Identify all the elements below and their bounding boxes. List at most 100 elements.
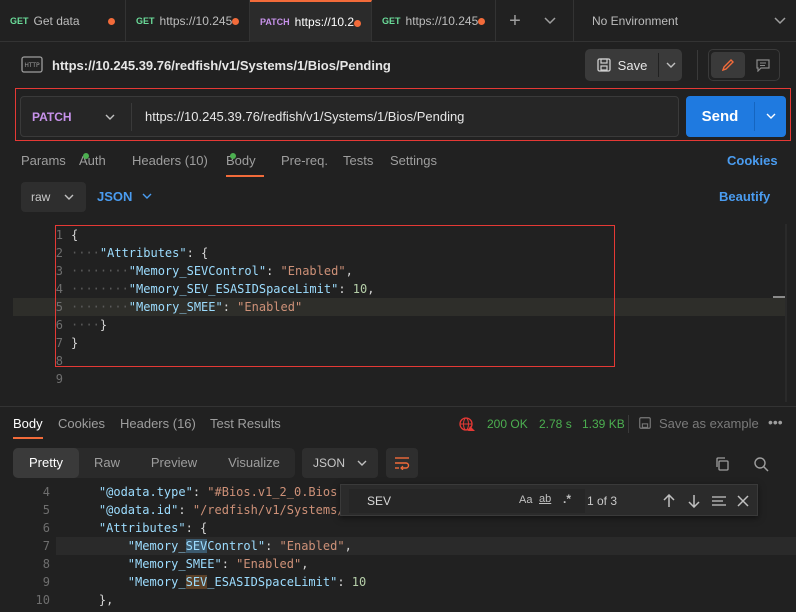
body-mode-chevron-icon bbox=[63, 191, 75, 203]
find-widget: SEV Aa ab .* 1 of 3 bbox=[340, 484, 758, 516]
search-match-highlight: SEV bbox=[185, 575, 208, 589]
send-group: Send bbox=[686, 96, 786, 137]
method-selector[interactable]: PATCH bbox=[32, 110, 72, 124]
save-options-chevron-icon[interactable] bbox=[659, 49, 682, 81]
search-match-highlight: SEV bbox=[185, 539, 208, 553]
send-button[interactable]: Send bbox=[686, 96, 754, 137]
request-tabs: Params Auth Headers (10) Body Pre-req. T… bbox=[0, 153, 796, 179]
code-line: }, bbox=[70, 591, 113, 609]
divider bbox=[131, 103, 132, 131]
view-raw[interactable]: Raw bbox=[83, 448, 131, 478]
body-mode-selector[interactable]: raw bbox=[21, 182, 86, 212]
body-mode-label: raw bbox=[31, 190, 51, 204]
response-tab-headers[interactable]: Headers (16) bbox=[120, 416, 196, 431]
status-dot-icon bbox=[230, 153, 236, 159]
tab-method: PATCH bbox=[260, 17, 290, 27]
editor-scrollbar[interactable] bbox=[785, 224, 787, 402]
find-query: SEV bbox=[367, 494, 392, 508]
environment-selector[interactable]: No Environment bbox=[592, 14, 678, 28]
response-size: 1.39 KB bbox=[582, 417, 625, 431]
previous-match-arrow-icon[interactable] bbox=[661, 493, 677, 509]
beautify-link[interactable]: Beautify bbox=[719, 189, 770, 204]
edit-pencil-icon[interactable] bbox=[711, 52, 745, 78]
code-line: "Memory_SEV_ESASIDSpaceLimit": 10 bbox=[70, 573, 366, 591]
comment-icon[interactable] bbox=[747, 52, 779, 78]
view-preview[interactable]: Preview bbox=[139, 448, 209, 478]
code-line: "Memory_SEVControl": "Enabled", bbox=[70, 537, 352, 555]
copy-icon[interactable] bbox=[712, 454, 732, 474]
request-tab-patch[interactable]: PATCH https://10.2 bbox=[250, 0, 372, 42]
active-tab-underline bbox=[226, 175, 264, 177]
code-token: 10 bbox=[351, 575, 367, 589]
line-number: 6 bbox=[42, 521, 50, 535]
unsaved-dot-icon bbox=[108, 18, 115, 25]
send-options-chevron-icon[interactable] bbox=[755, 96, 786, 137]
code-token: , bbox=[301, 557, 309, 571]
find-in-selection-icon[interactable] bbox=[710, 493, 728, 509]
next-match-arrow-icon[interactable] bbox=[686, 493, 702, 509]
environment-chevron-icon[interactable] bbox=[770, 9, 790, 33]
cookies-link[interactable]: Cookies bbox=[727, 153, 778, 168]
request-tab-get-data[interactable]: GET Get data bbox=[0, 0, 126, 42]
save-example-icon bbox=[637, 415, 653, 431]
tab-headers[interactable]: Headers (10) bbox=[132, 153, 208, 168]
match-word-icon[interactable]: ab bbox=[539, 493, 551, 505]
tab-method: GET bbox=[10, 16, 29, 26]
regex-icon[interactable]: .* bbox=[563, 492, 571, 506]
tab-title: Get data bbox=[33, 14, 80, 28]
code-token: : { bbox=[185, 521, 208, 535]
wrap-lines-icon[interactable] bbox=[386, 448, 418, 478]
divider bbox=[628, 415, 629, 433]
save-as-example-button[interactable]: Save as example bbox=[659, 416, 759, 431]
code-token: "Memory_SEV_ESASIDSpaceLimit" bbox=[127, 575, 338, 589]
response-format-selector[interactable]: JSON bbox=[302, 448, 378, 478]
code-token: : bbox=[337, 575, 352, 589]
status-code: 200 OK bbox=[487, 417, 528, 431]
view-pretty[interactable]: Pretty bbox=[13, 448, 79, 478]
tab-settings[interactable]: Settings bbox=[390, 153, 437, 168]
tab-tests[interactable]: Tests bbox=[343, 153, 373, 168]
code-token: "/redfish/v1/Systems/ bbox=[192, 503, 345, 517]
close-find-icon[interactable] bbox=[735, 493, 751, 509]
method-chevron-icon[interactable] bbox=[103, 110, 117, 124]
save-button[interactable]: Save bbox=[585, 49, 658, 81]
tab-prereq[interactable]: Pre-req. bbox=[281, 153, 328, 168]
tab-params[interactable]: Params bbox=[21, 153, 66, 168]
more-options-icon[interactable]: ••• bbox=[768, 414, 783, 430]
divider bbox=[573, 0, 574, 42]
request-title[interactable]: https://10.245.39.76/redfish/v1/Systems/… bbox=[52, 58, 391, 73]
code-token: }, bbox=[98, 593, 114, 607]
code-token: : bbox=[265, 539, 280, 553]
code-line: "@odata.id": "/redfish/v1/Systems/ bbox=[70, 501, 345, 519]
new-tab-plus-icon[interactable]: + bbox=[503, 9, 527, 33]
response-tab-cookies[interactable]: Cookies bbox=[58, 416, 105, 431]
body-format-selector[interactable]: JSON bbox=[97, 189, 132, 204]
code-token: "@odata.type" bbox=[98, 485, 193, 499]
tabs-dropdown-chevron-icon[interactable] bbox=[538, 9, 562, 33]
line-number: 10 bbox=[35, 593, 50, 607]
response-tab-body[interactable]: Body bbox=[13, 416, 43, 431]
response-view-switcher: Pretty Raw Preview Visualize bbox=[13, 448, 295, 478]
view-visualize[interactable]: Visualize bbox=[217, 448, 291, 478]
match-case-icon[interactable]: Aa bbox=[519, 494, 532, 506]
body-format-chevron-icon[interactable] bbox=[141, 190, 153, 202]
code-token: "Attributes" bbox=[98, 521, 186, 535]
edit-comment-toggle bbox=[708, 49, 780, 81]
pane-divider[interactable] bbox=[0, 406, 796, 407]
response-tab-test-results[interactable]: Test Results bbox=[210, 416, 281, 431]
request-tab-get-3[interactable]: GET https://10.245 bbox=[372, 0, 496, 42]
request-tab-get-2[interactable]: GET https://10.245 bbox=[126, 0, 250, 42]
tab-bar: GET Get data GET https://10.245 PATCH ht… bbox=[0, 0, 796, 42]
url-bar: PATCH https://10.245.39.76/redfish/v1/Sy… bbox=[20, 96, 679, 137]
url-input[interactable]: https://10.245.39.76/redfish/v1/Systems/… bbox=[145, 109, 464, 124]
tab-title: https://10.245 bbox=[159, 14, 233, 28]
save-group: Save bbox=[585, 49, 682, 81]
search-icon[interactable] bbox=[751, 454, 771, 474]
code-token: "@odata.id" bbox=[98, 503, 179, 517]
code-token: "Enabled" bbox=[236, 557, 302, 571]
